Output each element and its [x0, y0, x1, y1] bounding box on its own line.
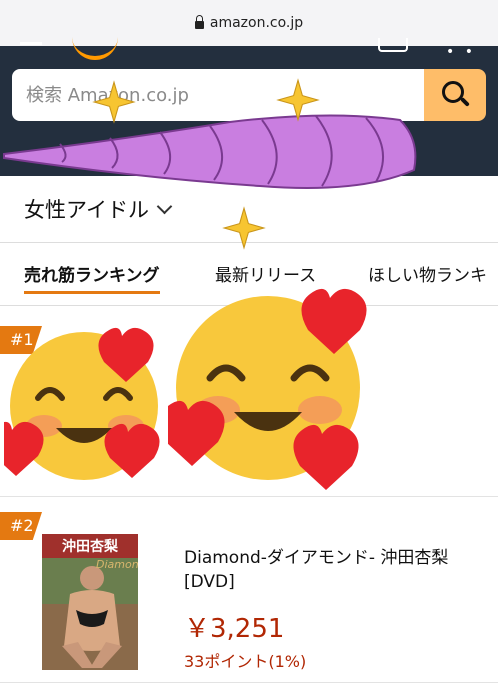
chevron-down-icon: [156, 198, 173, 214]
list-item[interactable]: #2 沖田杏梨 Diamond Diamond-ダイアモンド- 沖田杏梨 [DV…: [0, 512, 498, 683]
search-input[interactable]: [12, 69, 424, 121]
department-selector[interactable]: 女性アイドル: [0, 176, 498, 243]
tab-new-releases[interactable]: 最新リリース: [215, 261, 316, 286]
item-price: ￥3,251: [184, 614, 285, 644]
cart-icon[interactable]: [378, 38, 408, 52]
lock-icon: [194, 15, 204, 29]
item-title[interactable]: Diamond-ダイアモンド- 沖田杏梨 [DVD]: [184, 546, 474, 594]
search-button[interactable]: [424, 69, 486, 121]
amazon-logo[interactable]: [72, 34, 118, 60]
cover-subtitle: Diamond: [96, 558, 138, 571]
product-image[interactable]: 沖田杏梨 Diamond: [42, 534, 138, 670]
menu-icon[interactable]: [20, 42, 42, 45]
ranking-tabs: 売れ筋ランキング 最新リリース ほしい物ランキ: [0, 243, 498, 306]
tab-wishlist[interactable]: ほしい物ランキ: [368, 261, 487, 286]
tab-bestsellers[interactable]: 売れ筋ランキング: [24, 261, 160, 294]
department-label: 女性アイドル: [24, 198, 149, 222]
item-points: 33ポイント(1%): [184, 652, 307, 671]
rank-badge: #1: [0, 326, 42, 354]
site-header: • •: [0, 38, 498, 222]
more-icon[interactable]: • •: [446, 44, 476, 60]
rank-badge: #2: [0, 512, 42, 540]
item-title[interactable]: [DVD]: [184, 344, 474, 368]
cover-title: 沖田杏梨: [42, 534, 138, 558]
url-text: amazon.co.jp: [209, 15, 304, 31]
search-bar: [12, 69, 486, 121]
list-item[interactable]: #1 [DVD]: [0, 326, 498, 497]
